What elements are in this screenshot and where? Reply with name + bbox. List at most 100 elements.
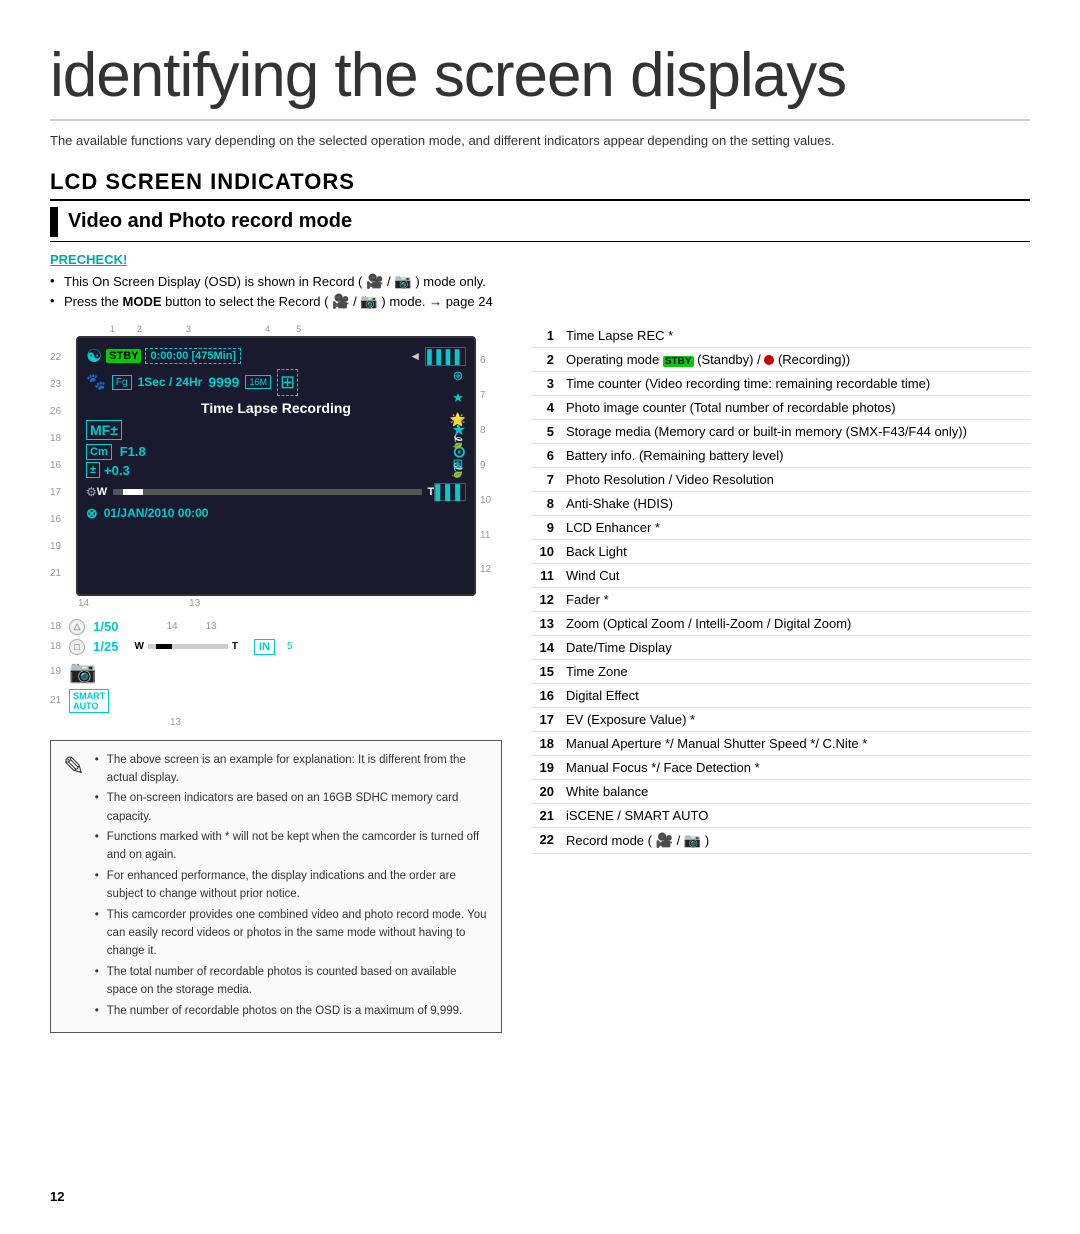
num-18: 18 [50, 433, 72, 444]
indicator-row-8: 8Anti-Shake (HDIS) [532, 491, 1030, 515]
mf-icon: MF± [86, 420, 122, 440]
num-7-right: 7 [480, 390, 502, 401]
indicator-text-13: Zoom (Optical Zoom / Intelli-Zoom / Digi… [560, 611, 1030, 635]
timelapse-box: Fg [112, 375, 132, 390]
num-16b: 16 [50, 514, 72, 525]
indicator-row-10: 10Back Light [532, 539, 1030, 563]
num-23: 23 [50, 379, 72, 390]
indicator-num-20: 20 [532, 779, 560, 803]
num-5: 5 [296, 324, 301, 334]
ev-value: +0.3 [104, 463, 130, 478]
date-row: ⊗ 01/JAN/2010 00:00 [86, 505, 466, 522]
indicator-table: 1Time Lapse REC *2Operating mode STBY (S… [532, 324, 1030, 854]
indicator-num-21: 21 [532, 803, 560, 827]
zoom-bar-row: ⚙ W T ▌▌▌ [86, 483, 466, 501]
zoom-bar-row-2: W T [134, 641, 238, 652]
note-3: Functions marked with * will not be kept… [95, 828, 489, 865]
main-content: 1 2 3 4 5 22 23 26 18 16 17 16 19 [50, 324, 1030, 1033]
indicator-text-16: Digital Effect [560, 683, 1030, 707]
num-13-below: 13 [50, 717, 502, 728]
indicator-text-4: Photo image counter (Total number of rec… [560, 395, 1030, 419]
note-6: The total number of recordable photos is… [95, 963, 489, 1000]
indicator-num-7: 7 [532, 467, 560, 491]
camera-screen-wrapper: 1 2 3 4 5 22 23 26 18 16 17 16 19 [50, 324, 502, 609]
indicator-text-9: LCD Enhancer * [560, 515, 1030, 539]
indicator-row-15: 15Time Zone [532, 659, 1030, 683]
indicator-row-6: 6Battery info. (Remaining battery level) [532, 443, 1030, 467]
shutter-icon-1: △ [69, 619, 85, 635]
indicator-row-2: 2Operating mode STBY (Standby) / (Record… [532, 347, 1030, 371]
indicator-text-10: Back Light [560, 539, 1030, 563]
indicator-text-15: Time Zone [560, 659, 1030, 683]
indicator-row-9: 9LCD Enhancer * [532, 515, 1030, 539]
battery-indicator: ▌▌▌▌ [425, 347, 466, 366]
indicator-text-1: Time Lapse REC * [560, 324, 1030, 348]
num-14-bottom: 14 [78, 598, 89, 609]
cm-icon: Cm [86, 444, 112, 460]
page-title: identifying the screen displays [50, 40, 1030, 121]
shutter-row-1: 18 △ 1/50 14 13 [50, 619, 502, 635]
indicator-text-20: White balance [560, 779, 1030, 803]
indicator-num-19: 19 [532, 755, 560, 779]
battery-right: ▌▌▌ [434, 483, 466, 501]
indicator-row-22: 22Record mode ( 🎥 / 📷 ) [532, 827, 1030, 853]
indicator-text-5: Storage media (Memory card or built-in m… [560, 419, 1030, 443]
mf-row: MF± ★ [86, 420, 466, 440]
num-10-right: 10 [480, 495, 502, 506]
lcd-icon: ★ [452, 390, 464, 406]
num-26: 26 [50, 406, 72, 417]
num-21: 21 [50, 568, 72, 579]
indicator-row-1: 1Time Lapse REC * [532, 324, 1030, 348]
indicator-row-11: 11Wind Cut [532, 563, 1030, 587]
page-number: 12 [50, 1189, 64, 1204]
indicator-text-3: Time counter (Video recording time: rema… [560, 371, 1030, 395]
indicator-text-7: Photo Resolution / Video Resolution [560, 467, 1030, 491]
zoom-indicator-2 [156, 644, 172, 649]
subsection-indicator [50, 207, 58, 237]
indicator-num-4: 4 [532, 395, 560, 419]
t-label-2: T [232, 641, 238, 652]
indicator-num-9: 9 [532, 515, 560, 539]
indicator-row-5: 5Storage media (Memory card or built-in … [532, 419, 1030, 443]
indicator-text-22: Record mode ( 🎥 / 📷 ) [560, 827, 1030, 853]
num-12-right: 12 [480, 564, 502, 575]
indicator-num-18: 18 [532, 731, 560, 755]
indicator-text-18: Manual Aperture */ Manual Shutter Speed … [560, 731, 1030, 755]
precheck-item-2: Press the MODE button to select the Reco… [50, 293, 1030, 310]
smart-auto-row: 21 SMARTAUTO [50, 689, 502, 713]
screen-top-row: ☯ STBY 0:00:00 [475Min] ◄ ▌▌▌▌ [86, 346, 466, 367]
indicator-row-4: 4Photo image counter (Total number of re… [532, 395, 1030, 419]
num-3: 3 [186, 324, 191, 334]
backlight-icon: 🌟 [450, 412, 466, 428]
screen-row2: 🐾 Fg 1Sec / 24Hr 9999 16M ⊞ [86, 369, 466, 396]
num-9-right: 9 [480, 460, 502, 471]
num-17: 17 [50, 487, 72, 498]
precheck-list: This On Screen Display (OSD) is shown in… [50, 273, 1030, 310]
zoom-bar-2 [148, 644, 228, 649]
w-label-2: W [134, 641, 143, 652]
subsection-title: Video and Photo record mode [68, 210, 352, 233]
camera-screen: ☯ STBY 0:00:00 [475Min] ◄ ▌▌▌▌ 🐾 Fg 1Sec… [76, 336, 476, 596]
hdis-icon: ⊕ [452, 368, 463, 384]
indicator-num-5: 5 [532, 419, 560, 443]
photo-count: 9999 [208, 374, 239, 390]
res-box: 16M [245, 375, 271, 389]
indicator-row-20: 20White balance [532, 779, 1030, 803]
gear-icon: ⚙ [86, 485, 97, 499]
indicator-num-3: 3 [532, 371, 560, 395]
section-title: LCD SCREEN INDICATORS [50, 169, 1030, 201]
f-value: F1.8 [120, 444, 146, 459]
indicator-num-2: 2 [532, 347, 560, 371]
zoom-bar [113, 489, 421, 495]
shutter-val-2: 1/25 [93, 639, 118, 654]
note-7: The number of recordable photos on the O… [95, 1002, 489, 1020]
fvalue-row: Cm F1.8 ⊙ [86, 442, 466, 462]
indicator-num-17: 17 [532, 707, 560, 731]
stby-badge: STBY [663, 356, 694, 367]
note-4: For enhanced performance, the display in… [95, 867, 489, 904]
note-2: The on-screen indicators are based on an… [95, 789, 489, 826]
smart-auto-label: SMARTAUTO [69, 689, 109, 713]
zoom-indicator [123, 489, 143, 495]
indicator-text-17: EV (Exposure Value) * [560, 707, 1030, 731]
indicator-text-6: Battery info. (Remaining battery level) [560, 443, 1030, 467]
